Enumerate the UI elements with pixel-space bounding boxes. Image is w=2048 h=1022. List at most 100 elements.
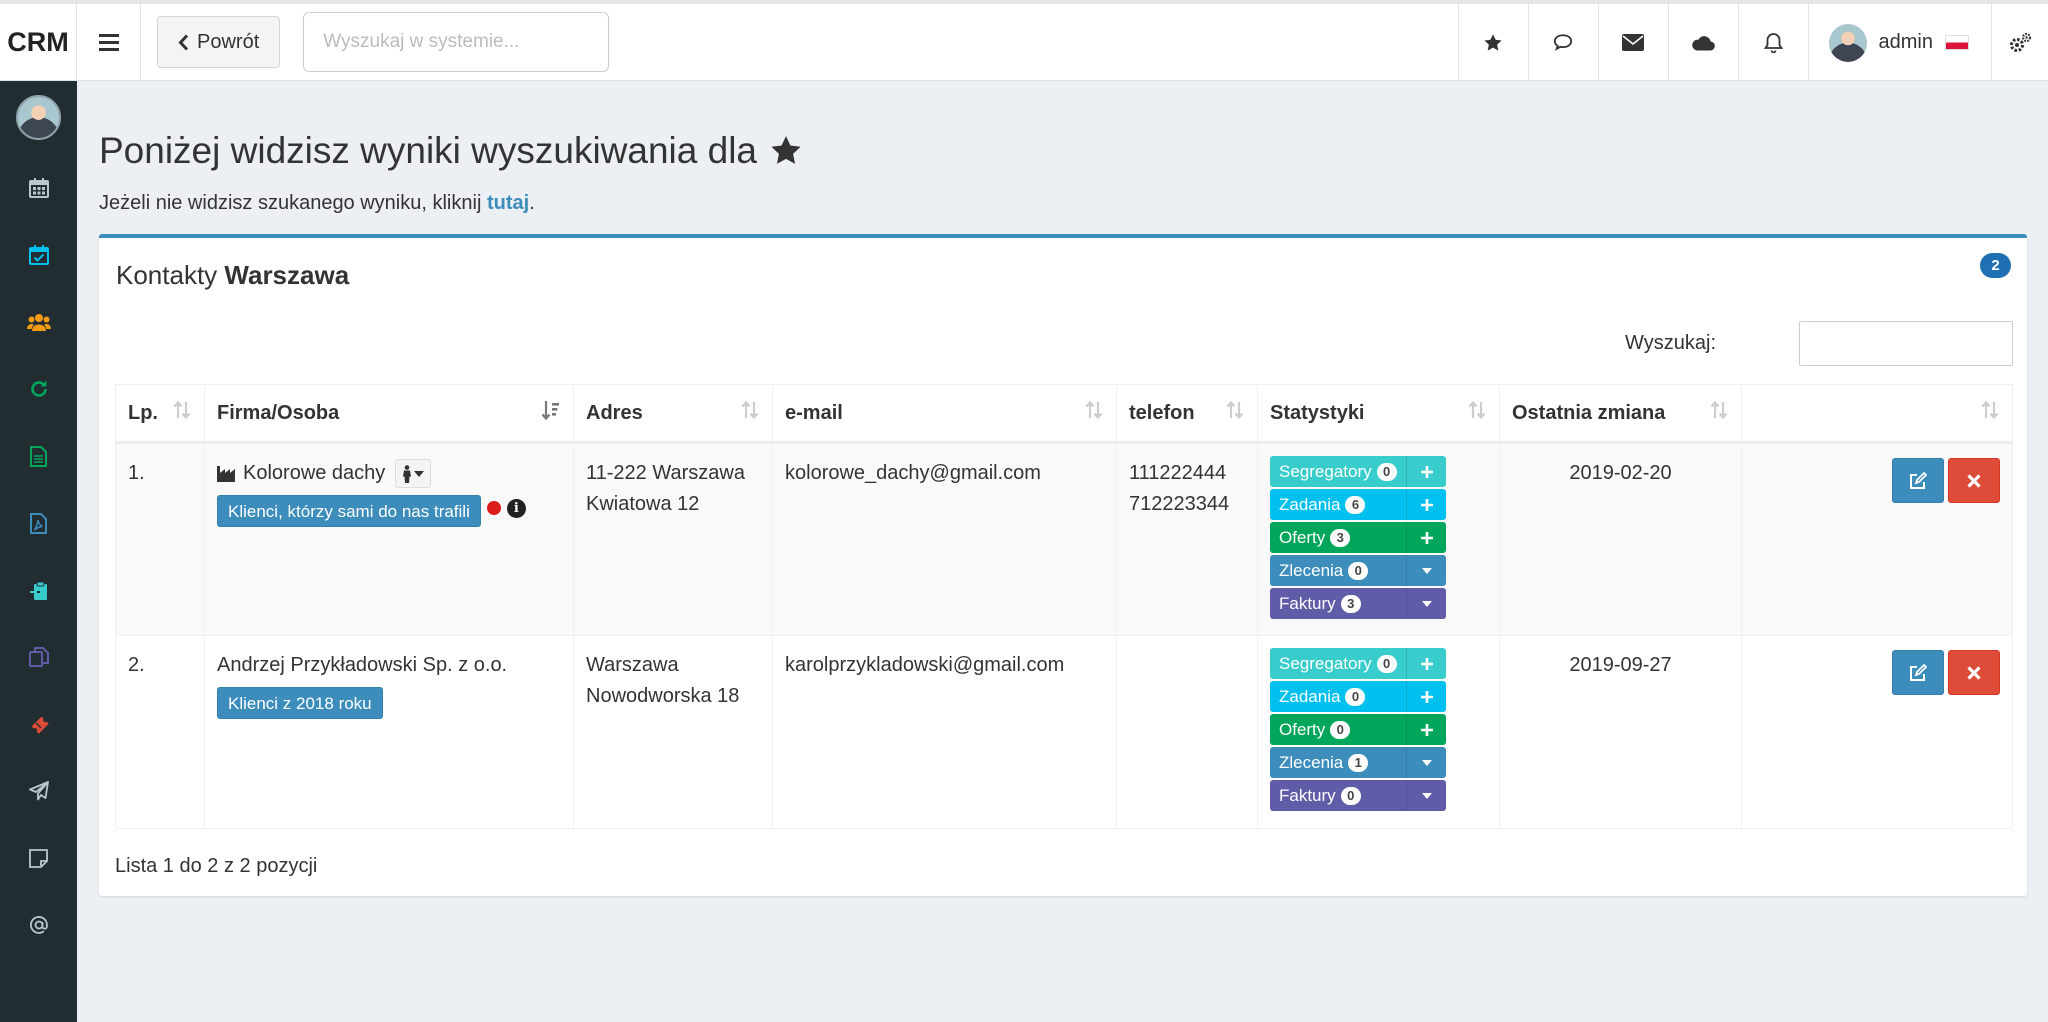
delete-button[interactable] — [1948, 458, 2000, 503]
notifications-button[interactable] — [1737, 4, 1808, 81]
document-icon — [30, 445, 47, 467]
sidebar-item-send[interactable] — [0, 766, 77, 816]
stat-zadania[interactable]: Zadania 0 — [1270, 681, 1446, 712]
column-header-label: e-mail — [785, 401, 843, 424]
person-dropdown-button[interactable] — [395, 459, 432, 488]
cell-email: kolorowe_dachy@gmail.com — [772, 442, 1117, 636]
settings-button[interactable] — [1991, 4, 2048, 81]
cell-firm: Andrzej Przykładowski Sp. z o.o. Klienci… — [204, 635, 574, 829]
box-title-query: Warszawa — [224, 260, 350, 290]
poland-flag-icon — [1945, 35, 1969, 50]
app-logo[interactable]: CRM — [0, 3, 77, 81]
sidebar-item-notes[interactable] — [0, 833, 77, 883]
stat-label: Zlecenia — [1279, 753, 1344, 772]
column-header-address[interactable]: Adres — [573, 384, 773, 444]
sort-icon — [1467, 400, 1487, 426]
table-search-input[interactable] — [1799, 321, 2013, 366]
stat-oferty[interactable]: Oferty 0 — [1270, 714, 1446, 745]
table-info: Lista 1 do 2 z 2 pozycji — [115, 855, 318, 877]
column-header-stats[interactable]: Statystyki — [1257, 384, 1500, 444]
sidebar-item-documents[interactable] — [0, 431, 77, 481]
cell-lp: 1. — [115, 442, 205, 636]
ticket-icon — [31, 716, 49, 734]
client-group-tag[interactable]: Klienci, którzy sami do nas trafili — [217, 495, 481, 527]
plus-icon[interactable] — [1406, 648, 1446, 679]
sidebar-item-email[interactable] — [0, 900, 77, 950]
cell-email: karolprzykladowski@gmail.com — [772, 635, 1117, 829]
caret-down-icon[interactable] — [1406, 588, 1446, 619]
mail-button[interactable] — [1597, 4, 1668, 81]
delete-button[interactable] — [1948, 650, 2000, 695]
envelope-icon — [1622, 34, 1645, 51]
favorites-button[interactable] — [1457, 4, 1528, 81]
star-icon — [771, 136, 801, 164]
sidebar-item-pdf[interactable] — [0, 498, 77, 548]
plus-icon[interactable] — [1406, 681, 1446, 712]
cloud-icon — [1692, 36, 1715, 51]
stat-faktury[interactable]: Faktury 3 — [1270, 588, 1446, 619]
search-hint-link[interactable]: tutaj — [487, 192, 529, 214]
firm-name-link[interactable]: Kolorowe dachy — [243, 458, 385, 489]
stat-count: 3 — [1330, 528, 1351, 547]
column-header-firm[interactable]: Firma/Osoba — [204, 384, 574, 444]
row-actions — [1754, 458, 2000, 503]
cell-stats: Segregatory 0 Zadania 6 Oferty 3 Zlecenia 0 … — [1257, 442, 1500, 636]
address-line: 11-222 Warszawa — [586, 462, 745, 484]
caret-down-icon[interactable] — [1406, 555, 1446, 586]
stat-label: Segregatory — [1279, 654, 1372, 673]
stat-segregatory[interactable]: Segregatory 0 — [1270, 456, 1446, 487]
plus-icon[interactable] — [1406, 714, 1446, 745]
sidebar-item-calendar[interactable] — [0, 163, 77, 213]
sidebar-item-clipboard[interactable] — [0, 565, 77, 615]
search-hint: Jeżeli nie widzisz szukanego wyniku, kli… — [99, 192, 535, 215]
sidebar-item-tasks[interactable] — [0, 230, 77, 280]
cloud-button[interactable] — [1667, 4, 1738, 81]
stat-faktury[interactable]: Faktury 0 — [1270, 780, 1446, 811]
sidebar-item-contacts[interactable] — [0, 297, 77, 347]
global-search-input[interactable] — [303, 12, 610, 72]
stat-label: Segregatory — [1279, 462, 1372, 481]
stat-segregatory[interactable]: Segregatory 0 — [1270, 648, 1446, 679]
copy-icon — [28, 647, 49, 667]
table-row: 2. Andrzej Przykładowski Sp. z o.o. Klie… — [115, 635, 2013, 829]
stat-count: 1 — [1348, 753, 1369, 772]
stat-count: 3 — [1340, 594, 1361, 613]
stat-zlecenia[interactable]: Zlecenia 1 — [1270, 747, 1446, 778]
avatar — [1828, 23, 1867, 62]
back-button[interactable]: Powrót — [157, 16, 281, 68]
close-icon — [1967, 473, 1981, 488]
caret-down-icon[interactable] — [1406, 747, 1446, 778]
sidebar-item-tickets[interactable] — [0, 699, 77, 749]
address-line: Nowodworska 18 — [586, 685, 740, 707]
box-title-prefix: Kontakty — [116, 260, 218, 290]
edit-button[interactable] — [1892, 650, 1944, 695]
plus-icon[interactable] — [1406, 456, 1446, 487]
tag-line: Klienci, którzy sami do nas trafili i — [217, 489, 561, 527]
plus-icon[interactable] — [1406, 522, 1446, 553]
person-icon — [403, 464, 412, 483]
stat-oferty[interactable]: Oferty 3 — [1270, 522, 1446, 553]
user-menu[interactable]: admin — [1807, 4, 1991, 81]
column-header-email[interactable]: e-mail — [772, 384, 1117, 444]
stat-zadania[interactable]: Zadania 6 — [1270, 489, 1446, 520]
info-icon[interactable]: i — [506, 498, 526, 518]
column-header-phone[interactable]: telefon — [1116, 384, 1258, 444]
address-line: Kwiatowa 12 — [586, 493, 700, 515]
messages-button[interactable] — [1527, 4, 1598, 81]
client-group-tag[interactable]: Klienci z 2018 roku — [217, 687, 383, 719]
column-header-lp[interactable]: Lp. — [115, 384, 205, 444]
stat-zlecenia[interactable]: Zlecenia 0 — [1270, 555, 1446, 586]
sidebar-toggle-button[interactable] — [77, 3, 141, 81]
hamburger-icon — [98, 33, 119, 51]
plus-icon[interactable] — [1406, 489, 1446, 520]
caret-down-icon[interactable] — [1406, 780, 1446, 811]
column-header-actions[interactable] — [1741, 384, 2013, 444]
column-header-last-change[interactable]: Ostatnia zmiana — [1499, 384, 1742, 444]
edit-button[interactable] — [1892, 458, 1944, 503]
sidebar-avatar[interactable] — [16, 95, 61, 140]
table-header-row: Lp. Firma/Osoba Adres e-mail telefon Sta… — [115, 384, 2013, 444]
firm-name-link[interactable]: Andrzej Przykładowski Sp. z o.o. — [217, 650, 507, 681]
sidebar-item-refresh[interactable] — [0, 364, 77, 414]
sidebar-item-copies[interactable] — [0, 632, 77, 682]
calendar-icon — [28, 178, 49, 198]
